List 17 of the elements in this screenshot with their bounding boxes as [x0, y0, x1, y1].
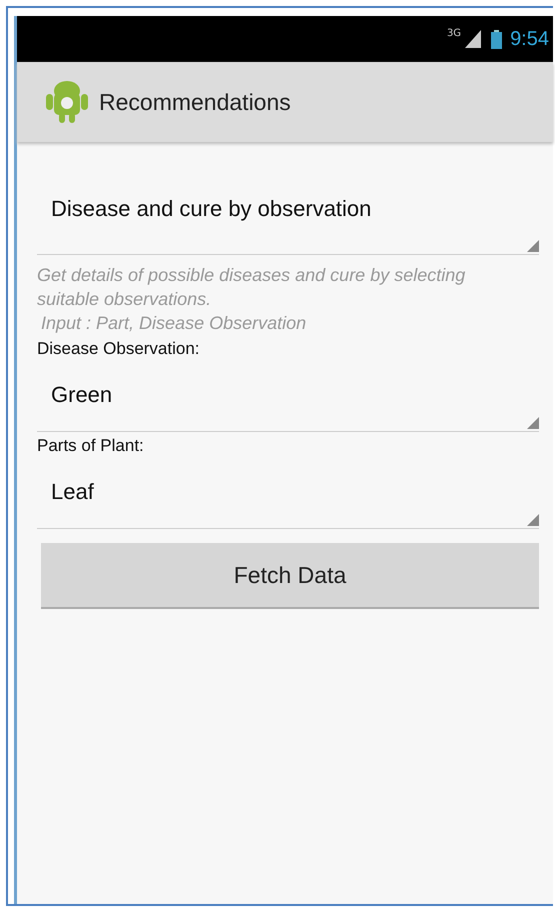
clock: 9:54 [510, 28, 549, 50]
battery-icon [491, 30, 502, 48]
network-type: 3G [446, 28, 462, 39]
input-hint-text: Input : Part, Disease Observation [40, 312, 308, 335]
dropdown-arrow-icon [527, 514, 539, 526]
fetch-data-button[interactable]: Fetch Data [41, 543, 539, 609]
description-text: Get details of possible diseases and cure by selecting suitable observations. [37, 264, 466, 311]
robot-icon [45, 79, 89, 125]
dropdown-arrow-icon [527, 417, 539, 429]
dropdown-arrow-icon [527, 240, 539, 252]
dropdown[interactable]: Green [37, 359, 539, 432]
field-label: Disease Observation: [37, 339, 201, 359]
signal-icon [465, 30, 482, 48]
screen-title: Recommendations [99, 88, 291, 116]
field-label: Parts of Plant: [37, 436, 145, 456]
dropdown[interactable]: Disease and cure by observation [37, 176, 539, 255]
dropdown[interactable]: Leaf [37, 456, 539, 529]
